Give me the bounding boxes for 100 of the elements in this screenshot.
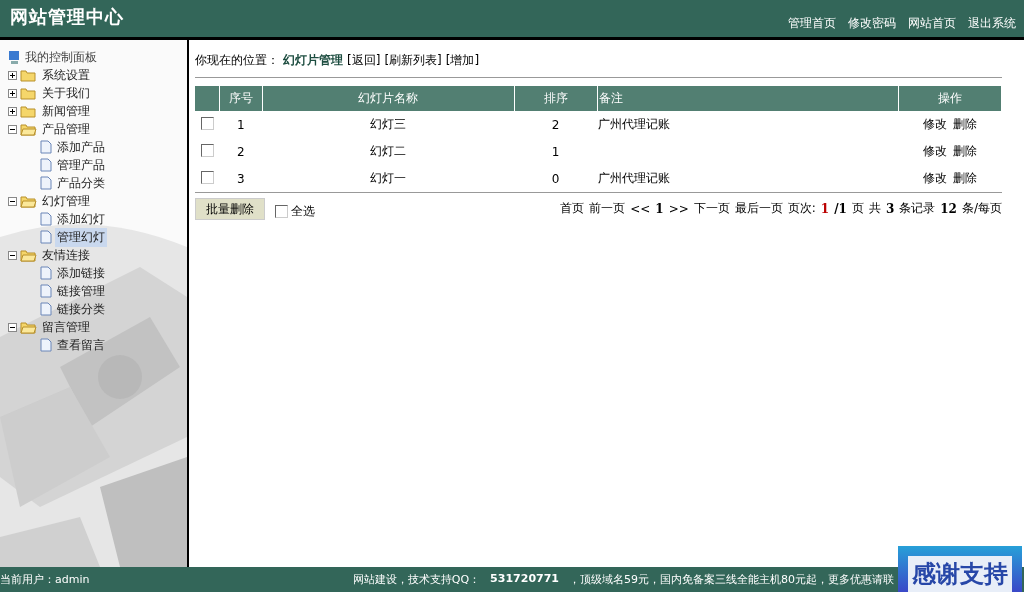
document-icon — [40, 140, 52, 154]
table-header-cell: 序号 — [219, 86, 263, 111]
pager-link[interactable]: 下一页 — [693, 200, 730, 217]
pager-link[interactable]: 首页 — [560, 200, 585, 217]
table-cell: 幻灯三 — [262, 111, 515, 138]
row-action-link[interactable]: 修改 — [923, 117, 948, 131]
tree-item[interactable]: 幻灯管理 — [40, 191, 92, 211]
tree-item[interactable]: 产品管理 — [40, 119, 92, 139]
collapse-icon[interactable] — [8, 196, 17, 206]
location-label: 你现在的位置： — [195, 52, 279, 69]
open-folder-icon — [20, 122, 37, 136]
pager-text: 3 — [885, 201, 895, 216]
table-cell-text: 2 — [236, 143, 246, 161]
table-header-cell — [195, 86, 220, 111]
table-header-cell: 排序 — [514, 86, 598, 111]
bulk-delete-button[interactable]: 批量删除 — [195, 197, 265, 220]
folder-icon — [20, 68, 37, 82]
table-header-cell: 备注 — [597, 86, 899, 111]
tree-item[interactable]: 链接管理 — [55, 281, 107, 301]
thanks-badge[interactable]: 感谢支持 — [898, 546, 1022, 592]
row-action-link[interactable]: 修改 — [923, 171, 948, 185]
current-user: 当前用户：admin — [0, 572, 90, 587]
pager-text: 1 — [820, 201, 830, 216]
qq-number: 531720771 — [490, 572, 559, 587]
table-cell-text: 3 — [236, 170, 246, 188]
current-location: 幻灯片管理 — [283, 52, 343, 69]
tree-item[interactable]: 产品分类 — [55, 173, 107, 193]
pager-text: 条/每页 — [961, 200, 1002, 217]
collapse-icon[interactable] — [8, 250, 17, 260]
header-link[interactable]: 修改密码 — [848, 15, 896, 32]
header-link[interactable]: 管理首页 — [788, 15, 836, 32]
document-icon — [40, 212, 52, 226]
table-cell-text: 0 — [550, 170, 561, 188]
pager-text: 页次: — [787, 200, 816, 217]
table-cell: 1 — [219, 111, 263, 138]
pager-text: 共 — [868, 200, 881, 217]
support-text: 网站建设，技术支持QQ： — [352, 572, 481, 587]
header-link[interactable]: 退出系统 — [968, 15, 1016, 32]
pager-text: 条记录 — [899, 200, 936, 217]
site-title: 网站管理中心 — [10, 4, 124, 29]
select-all-label: 全选 — [291, 203, 315, 220]
pager-text: 1 — [655, 201, 664, 216]
open-folder-icon — [20, 194, 37, 208]
row-checkbox[interactable] — [200, 116, 214, 130]
tree-item[interactable]: 添加链接 — [55, 263, 107, 283]
promo-text: ，顶级域名59元，国内免备案三线全能主机80元起，更多优惠请联 — [569, 572, 894, 587]
pager-link[interactable]: << — [630, 201, 651, 216]
row-action-link[interactable]: 删除 — [953, 171, 978, 185]
tree-item[interactable]: 查看留言 — [55, 335, 107, 355]
table-cell: 广州代理记账 — [597, 111, 899, 138]
row-action-link[interactable]: 删除 — [953, 117, 978, 131]
expand-icon[interactable] — [8, 106, 17, 116]
table-header-cell: 操作 — [898, 86, 1002, 111]
pager-link[interactable]: 最后一页 — [734, 200, 783, 217]
pager-text: 12 — [940, 201, 957, 216]
pager-text: /1 — [834, 201, 847, 216]
pager-link[interactable]: >> — [668, 201, 689, 216]
table-cell: 2 — [514, 111, 598, 138]
tree-item[interactable]: 留言管理 — [40, 317, 92, 337]
document-icon — [40, 176, 52, 190]
table-cell-text: 幻灯二 — [369, 143, 408, 160]
folder-icon — [20, 86, 37, 100]
tree-item[interactable]: 新闻管理 — [40, 101, 92, 121]
document-icon — [40, 338, 52, 352]
open-folder-icon — [20, 248, 37, 262]
collapse-icon[interactable] — [8, 322, 17, 332]
action-link[interactable]: [返回] — [347, 52, 381, 69]
tree-item[interactable]: 链接分类 — [55, 299, 107, 319]
expand-icon[interactable] — [8, 70, 17, 80]
pager-link[interactable]: 前一页 — [589, 200, 626, 217]
document-icon — [40, 158, 52, 172]
table-cell-text: 广州代理记账 — [597, 170, 672, 187]
computer-icon — [8, 49, 20, 65]
document-icon — [40, 266, 52, 280]
tree-item[interactable]: 关于我们 — [40, 83, 92, 103]
tree-item[interactable]: 添加产品 — [55, 137, 107, 157]
action-link[interactable]: [增加] — [445, 52, 480, 69]
pager-text: 页 — [851, 200, 864, 217]
open-folder-icon — [20, 320, 37, 334]
row-checkbox[interactable] — [200, 170, 214, 184]
document-icon — [40, 302, 52, 316]
collapse-icon[interactable] — [8, 124, 17, 134]
table-cell-text: 1 — [550, 143, 561, 161]
tree-item[interactable]: 友情连接 — [40, 245, 92, 265]
action-link[interactable]: [刷新列表] — [384, 52, 442, 69]
row-checkbox[interactable] — [200, 143, 214, 157]
row-action-link[interactable]: 修改 — [923, 144, 948, 158]
table-cell-text: 幻灯一 — [369, 170, 408, 187]
document-icon — [40, 284, 52, 298]
tree-item[interactable]: 管理产品 — [55, 155, 107, 175]
table-header-cell: 幻灯片名称 — [262, 86, 515, 111]
tree-item[interactable]: 系统设置 — [40, 65, 92, 85]
tree-item[interactable]: 添加幻灯 — [55, 209, 107, 229]
row-action-link[interactable]: 删除 — [953, 144, 978, 158]
select-all-checkbox[interactable] — [275, 205, 288, 218]
tree-root[interactable]: 我的控制面板 — [23, 47, 99, 67]
expand-icon[interactable] — [8, 88, 17, 98]
header-link[interactable]: 网站首页 — [908, 15, 956, 32]
document-icon — [40, 230, 52, 244]
folder-icon — [20, 104, 37, 118]
